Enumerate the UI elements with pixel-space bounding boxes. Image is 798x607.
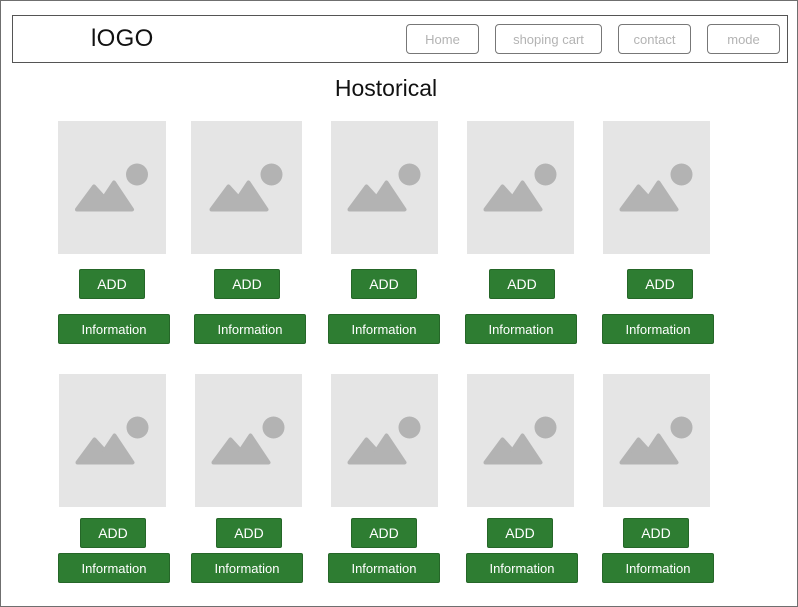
product-image xyxy=(195,374,302,507)
nav-mode-button[interactable]: mode xyxy=(707,24,780,54)
add-button[interactable]: ADD xyxy=(351,269,417,299)
product-image xyxy=(58,121,166,254)
image-placeholder-icon xyxy=(211,416,285,465)
image-placeholder-icon xyxy=(619,416,693,465)
information-button[interactable]: Information xyxy=(191,553,303,583)
information-button[interactable]: Information xyxy=(194,314,306,344)
add-button[interactable]: ADD xyxy=(489,269,555,299)
nav-shopping-cart-button[interactable]: shoping cart xyxy=(495,24,602,54)
product-image xyxy=(467,374,574,507)
information-button[interactable]: Information xyxy=(328,553,440,583)
add-button[interactable]: ADD xyxy=(216,518,282,548)
information-button[interactable]: Information xyxy=(466,553,578,583)
image-placeholder-icon xyxy=(209,163,283,212)
add-button[interactable]: ADD xyxy=(214,269,280,299)
information-button[interactable]: Information xyxy=(58,553,170,583)
image-placeholder-icon xyxy=(347,416,421,465)
product-image xyxy=(603,374,710,507)
add-button[interactable]: ADD xyxy=(487,518,553,548)
information-button[interactable]: Information xyxy=(602,314,714,344)
product-image xyxy=(331,121,438,254)
product-image xyxy=(59,374,166,507)
image-placeholder-icon xyxy=(483,163,557,212)
logo[interactable]: lOGO xyxy=(91,25,154,53)
image-placeholder-icon xyxy=(619,163,693,212)
information-button[interactable]: Information xyxy=(465,314,577,344)
add-button[interactable]: ADD xyxy=(79,269,145,299)
nav-home-button[interactable]: Home xyxy=(406,24,479,54)
nav-contact-button[interactable]: contact xyxy=(618,24,691,54)
image-placeholder-icon xyxy=(75,416,149,465)
information-button[interactable]: Information xyxy=(602,553,714,583)
add-button[interactable]: ADD xyxy=(351,518,417,548)
image-placeholder-icon xyxy=(75,163,148,212)
information-button[interactable]: Information xyxy=(58,314,170,344)
information-button[interactable]: Information xyxy=(328,314,440,344)
product-image xyxy=(467,121,574,254)
image-placeholder-icon xyxy=(347,163,421,212)
image-placeholder-icon xyxy=(483,416,557,465)
product-image xyxy=(331,374,438,507)
product-image xyxy=(603,121,710,254)
header-bar: lOGO Home shoping cart contact mode xyxy=(12,15,788,63)
add-button[interactable]: ADD xyxy=(627,269,693,299)
add-button[interactable]: ADD xyxy=(80,518,146,548)
page: lOGO Home shoping cart contact mode Host… xyxy=(0,0,798,607)
add-button[interactable]: ADD xyxy=(623,518,689,548)
page-title: Hostorical xyxy=(334,75,438,101)
product-image xyxy=(191,121,302,254)
